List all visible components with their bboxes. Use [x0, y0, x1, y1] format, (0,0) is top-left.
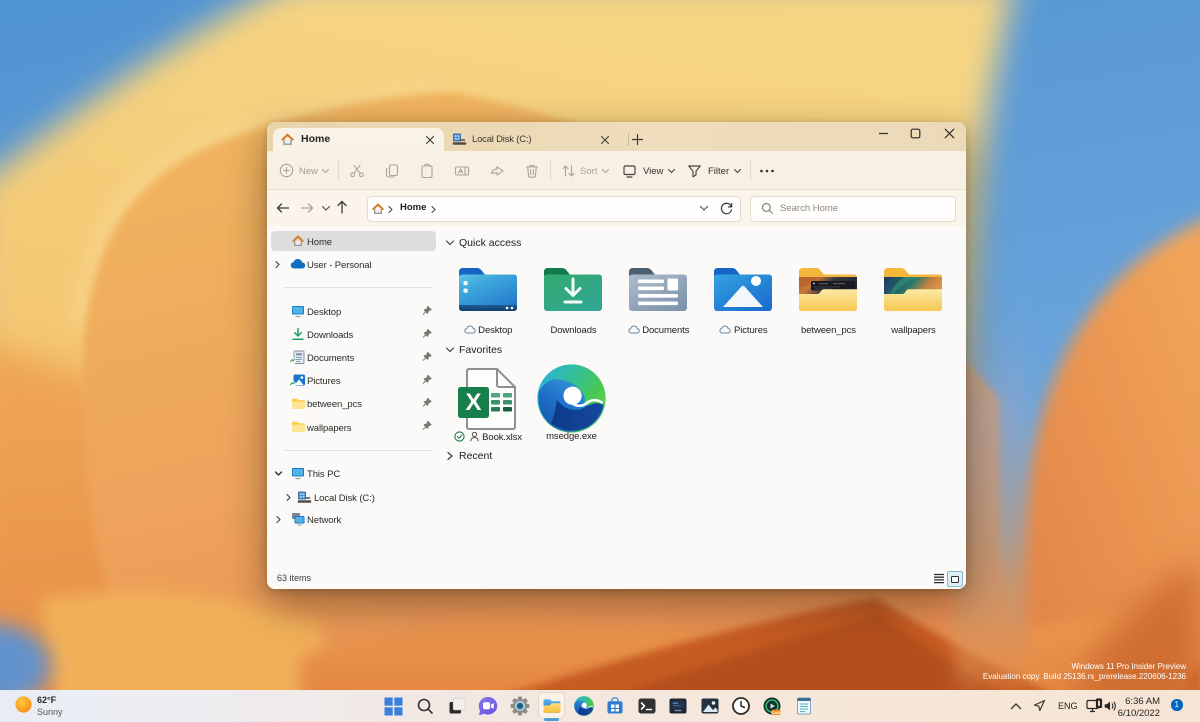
svg-text:CAM: CAM	[771, 710, 781, 715]
svg-text:X: X	[465, 389, 481, 416]
